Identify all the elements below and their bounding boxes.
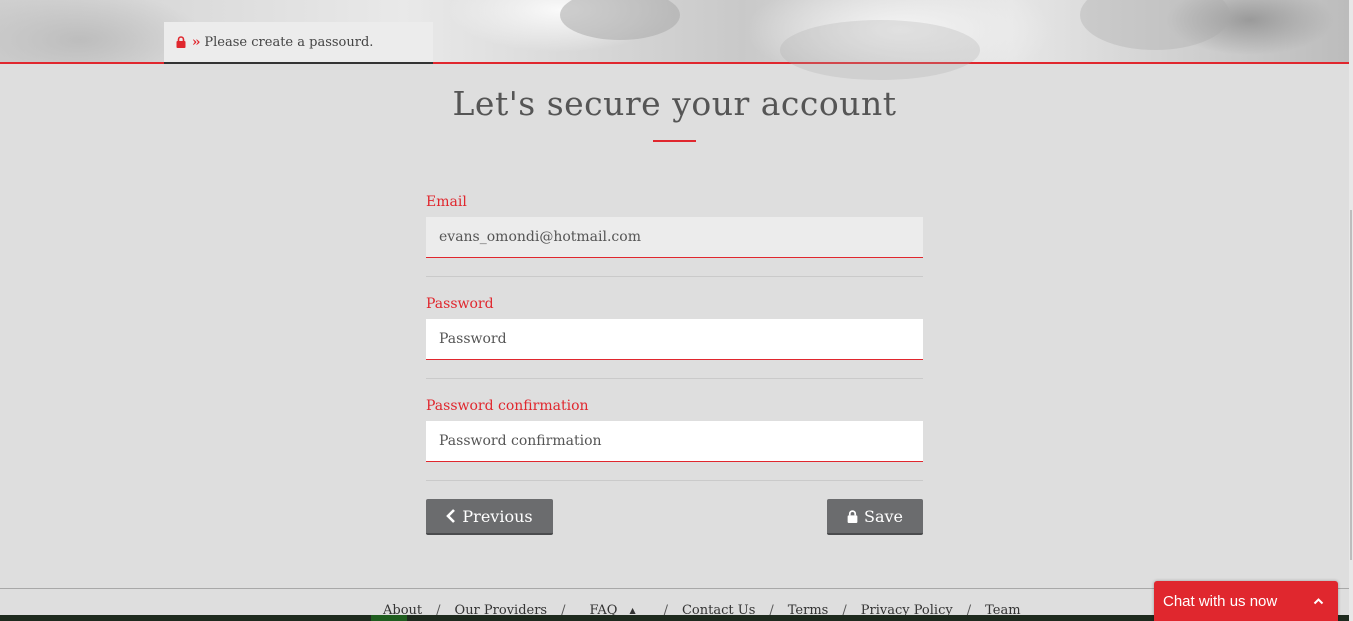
- chat-widget[interactable]: Chat with us now: [1154, 581, 1338, 621]
- save-button-label: Save: [863, 506, 903, 526]
- double-chevron-right-icon: ››: [192, 34, 201, 50]
- password-field[interactable]: [426, 319, 923, 360]
- scrollbar-thumb[interactable]: [1350, 210, 1352, 560]
- hero-image-shape: [1080, 0, 1230, 50]
- lock-icon: [847, 509, 858, 523]
- title-divider: [653, 140, 696, 142]
- password-label: Password: [426, 296, 494, 312]
- page-title: Let's secure your account: [452, 84, 897, 123]
- field-divider: [426, 276, 923, 277]
- save-button[interactable]: Save: [827, 499, 923, 535]
- hero-image-shape: [560, 0, 680, 40]
- notice-text: Please create a passourd.: [204, 34, 374, 50]
- previous-button-label: Previous: [462, 506, 533, 526]
- password-confirmation-label: Password confirmation: [426, 398, 589, 414]
- notice-tab: ›› Please create a passourd.: [164, 22, 433, 64]
- chevron-left-icon: [446, 509, 456, 523]
- bottom-bar-accent: [371, 615, 407, 621]
- lock-icon: [176, 36, 186, 48]
- caret-up-icon[interactable]: ▲: [629, 606, 635, 615]
- chevron-up-icon[interactable]: [1313, 597, 1324, 605]
- hero-image-shape: [780, 20, 980, 80]
- field-divider: [426, 480, 923, 481]
- email-field[interactable]: [426, 217, 923, 258]
- footer-divider: [0, 588, 1349, 589]
- field-divider: [426, 378, 923, 379]
- scrollbar[interactable]: [1349, 0, 1353, 621]
- previous-button[interactable]: Previous: [426, 499, 553, 535]
- email-label: Email: [426, 194, 467, 210]
- bottom-bar: [0, 615, 1349, 621]
- password-confirmation-field[interactable]: [426, 421, 923, 462]
- chat-label: Chat with us now: [1163, 592, 1278, 610]
